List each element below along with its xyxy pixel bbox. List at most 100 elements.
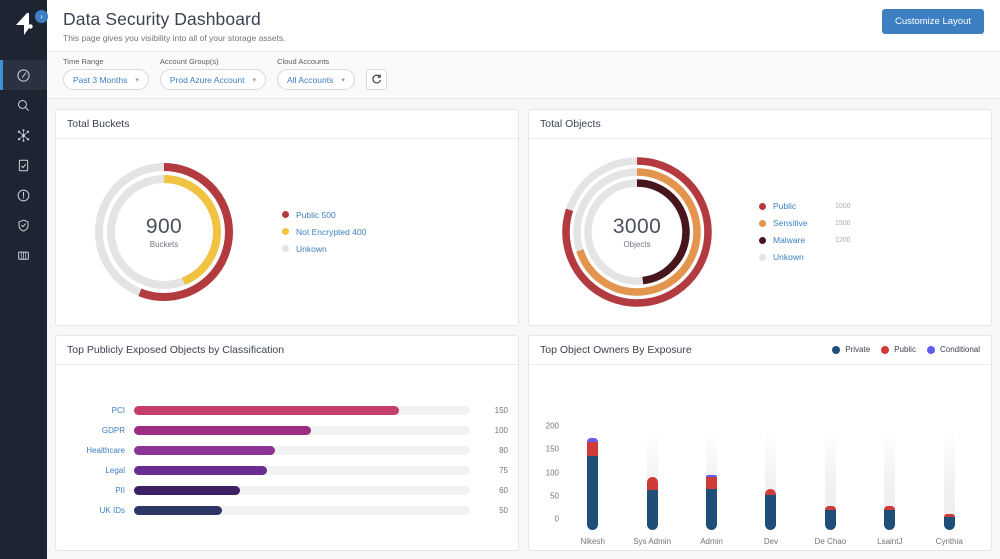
bar-category-label: LsaintJ bbox=[877, 537, 902, 546]
bar-segment-public bbox=[825, 506, 836, 510]
bar-row[interactable]: UK IDs50 bbox=[66, 504, 508, 517]
bar-stack bbox=[706, 430, 717, 530]
bar-segment-private bbox=[825, 510, 836, 530]
bar-track bbox=[134, 486, 470, 495]
bar-column[interactable]: Admin bbox=[686, 430, 738, 546]
owners-legend: Private Public Conditional bbox=[832, 345, 980, 354]
bar-track bbox=[134, 466, 470, 475]
bar-track bbox=[134, 446, 470, 455]
panel-title: Top Object Owners By Exposure bbox=[540, 344, 692, 356]
time-range-dropdown[interactable]: Past 3 Months ▾ bbox=[63, 69, 149, 90]
chevron-down-icon: ▾ bbox=[341, 76, 345, 84]
bar-segment-public bbox=[587, 442, 598, 456]
sidebar-item-alerts[interactable] bbox=[0, 180, 47, 210]
bar-column[interactable]: Dev bbox=[745, 430, 797, 546]
bar-stack bbox=[765, 430, 776, 530]
legend-color-dot bbox=[282, 245, 289, 252]
bar-column[interactable]: De Chao bbox=[804, 430, 856, 546]
bar-fill bbox=[134, 466, 267, 475]
bar-column[interactable]: Nikesh bbox=[567, 430, 619, 546]
bar-fill bbox=[134, 426, 311, 435]
sidebar-item-compliance[interactable] bbox=[0, 150, 47, 180]
panel-title: Total Buckets bbox=[67, 118, 129, 130]
bar-stack bbox=[944, 430, 955, 530]
legend-label: Conditional bbox=[940, 345, 980, 354]
legend-item[interactable]: Private bbox=[832, 345, 870, 354]
sidebar: › bbox=[0, 0, 47, 559]
bar-row[interactable]: PCI150 bbox=[66, 404, 508, 417]
legend-item[interactable]: Unkown bbox=[282, 244, 366, 254]
customize-layout-button[interactable]: Customize Layout bbox=[882, 9, 984, 34]
bar-row[interactable]: PII60 bbox=[66, 484, 508, 497]
legend-color-dot bbox=[759, 254, 766, 261]
bar-category-label: Healthcare bbox=[66, 446, 134, 455]
cloud-accounts-value: All Accounts bbox=[287, 75, 333, 85]
panel-body: PCI150 GDPR100 Healthcare80 Legal75 PII60 UK … bbox=[56, 365, 518, 551]
bar-value-label: 100 bbox=[470, 426, 508, 435]
panel-title: Total Objects bbox=[540, 118, 601, 130]
y-axis: 050100150200 bbox=[537, 375, 563, 547]
filter-label: Cloud Accounts bbox=[277, 57, 355, 66]
panel-header: Total Objects bbox=[529, 110, 991, 139]
refresh-button[interactable] bbox=[366, 69, 387, 90]
bar-segment-public bbox=[944, 514, 955, 517]
sidebar-item-network[interactable] bbox=[0, 120, 47, 150]
legend-label: Sensitive bbox=[773, 218, 825, 228]
sidebar-item-policies[interactable] bbox=[0, 210, 47, 240]
y-axis-tick: 0 bbox=[555, 515, 559, 524]
bar-segment-private bbox=[884, 510, 895, 530]
legend-item[interactable]: Sensitive 1500 bbox=[759, 218, 851, 228]
bar-column[interactable]: Cynthia bbox=[923, 430, 975, 546]
donut-svg bbox=[90, 158, 238, 306]
page-header: Data Security Dashboard This page gives … bbox=[47, 0, 1000, 52]
filter-label: Time Range bbox=[63, 57, 149, 66]
sidebar-collapse-badge[interactable]: › bbox=[35, 10, 48, 23]
bar-fill bbox=[134, 406, 399, 415]
bar-fill bbox=[134, 486, 240, 495]
sidebar-item-dashboard[interactable] bbox=[0, 60, 47, 90]
page-subtitle: This page gives you visibility into all … bbox=[63, 33, 286, 43]
panel-body: 900 Buckets Public 500 Not Encry bbox=[56, 139, 518, 325]
buckets-legend: Public 500 Not Encrypted 400 Unkown bbox=[282, 210, 366, 254]
bar-track bbox=[134, 426, 470, 435]
legend-item[interactable]: Conditional bbox=[927, 345, 980, 354]
legend-item[interactable]: Public 500 bbox=[282, 210, 366, 220]
objects-legend: Public 1000 Sensitive 1500 Malware bbox=[759, 201, 851, 262]
cloud-accounts-dropdown[interactable]: All Accounts ▾ bbox=[277, 69, 355, 90]
sidebar-item-inventory[interactable] bbox=[0, 240, 47, 270]
legend-item[interactable]: Public bbox=[881, 345, 916, 354]
bar-category-label: De Chao bbox=[815, 537, 847, 546]
legend-item[interactable]: Not Encrypted 400 bbox=[282, 227, 366, 237]
bar-segment-conditional bbox=[587, 438, 598, 442]
bar-category-label: Admin bbox=[700, 537, 723, 546]
bar-value-label: 50 bbox=[470, 506, 508, 515]
y-axis-tick: 50 bbox=[550, 491, 559, 500]
legend-item[interactable]: Malware 1200 bbox=[759, 235, 851, 245]
bar-column[interactable]: LsaintJ bbox=[864, 430, 916, 546]
legend-value: 1200 bbox=[835, 237, 851, 244]
legend-label: Unkown bbox=[296, 244, 327, 254]
account-groups-dropdown[interactable]: Prod Azure Account ▾ bbox=[160, 69, 266, 90]
shield-check-icon bbox=[16, 218, 31, 233]
donut-svg bbox=[557, 152, 717, 312]
filter-label: Account Group(s) bbox=[160, 57, 266, 66]
bar-value-label: 150 bbox=[470, 406, 508, 415]
legend-value: 1000 bbox=[835, 203, 851, 210]
legend-color-dot bbox=[282, 211, 289, 218]
legend-label: Public 500 bbox=[296, 210, 336, 220]
legend-label: Private bbox=[845, 345, 870, 354]
bar-row[interactable]: Healthcare80 bbox=[66, 444, 508, 457]
donut-rings: 900 Buckets bbox=[90, 158, 238, 306]
app-logo[interactable]: › bbox=[0, 0, 47, 47]
legend-label: Public bbox=[894, 345, 916, 354]
bar-row[interactable]: Legal75 bbox=[66, 464, 508, 477]
bar-segment-public bbox=[884, 506, 895, 510]
bar-column[interactable]: Sys Admin bbox=[626, 430, 678, 546]
sidebar-item-investigate[interactable] bbox=[0, 90, 47, 120]
panel-body: 3000 Objects Public 1000 bbox=[529, 139, 991, 325]
filter-bar: Time Range Past 3 Months ▾ Account Group… bbox=[47, 52, 1000, 99]
legend-item[interactable]: Unkown bbox=[759, 252, 851, 262]
legend-color-dot bbox=[759, 220, 766, 227]
legend-item[interactable]: Public 1000 bbox=[759, 201, 851, 211]
bar-row[interactable]: GDPR100 bbox=[66, 424, 508, 437]
